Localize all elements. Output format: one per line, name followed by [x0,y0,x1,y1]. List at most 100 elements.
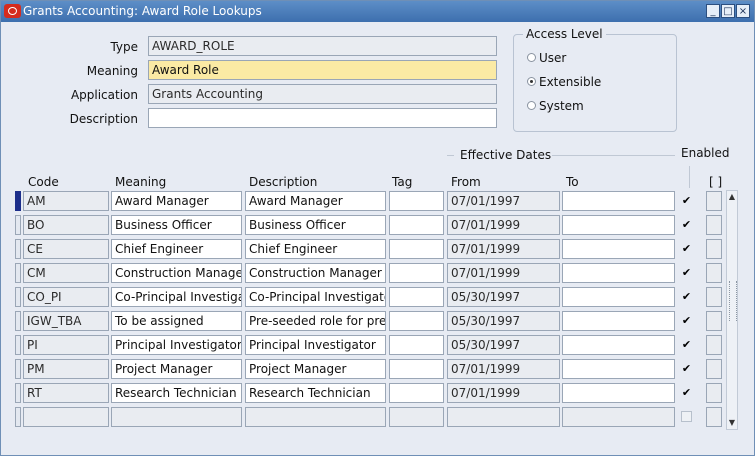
record-indicator[interactable] [15,263,21,283]
row-meaning-field[interactable]: Chief Engineer [111,239,242,259]
descriptive-flexfield[interactable] [706,263,722,283]
row-meaning-field[interactable]: Principal Investigator [111,335,242,355]
row-meaning-field[interactable]: Construction Manager [111,263,242,283]
row-from-field[interactable]: 07/01/1999 [447,215,560,235]
row-code-field[interactable]: BO [23,215,109,235]
scroll-grip[interactable] [729,281,737,321]
row-code-field[interactable]: CO_PI [23,287,109,307]
row-to-field[interactable] [562,215,675,235]
row-code-field[interactable]: PM [23,359,109,379]
row-meaning-field[interactable]: To be assigned [111,311,242,331]
record-indicator[interactable] [15,287,21,307]
row-to-field[interactable] [562,383,675,403]
scroll-up-icon[interactable]: ▲ [727,191,737,203]
row-description-field[interactable]: Chief Engineer [245,239,386,259]
record-indicator[interactable] [15,407,21,427]
row-to-field[interactable] [562,263,675,283]
row-tag-field[interactable] [389,335,444,355]
row-code-field[interactable]: PI [23,335,109,355]
row-description-field[interactable]: Business Officer [245,215,386,235]
descriptive-flexfield[interactable] [706,335,722,355]
descriptive-flexfield[interactable] [706,239,722,259]
row-code-field[interactable]: CE [23,239,109,259]
row-to-field[interactable] [562,191,675,211]
row-tag-field[interactable] [389,359,444,379]
minimize-icon[interactable]: _ [706,4,720,18]
descriptive-flexfield[interactable] [706,191,722,211]
record-indicator[interactable] [15,215,21,235]
row-description-field[interactable] [245,407,386,427]
row-description-field[interactable]: Construction Manager [245,263,386,283]
radio-icon[interactable] [527,101,536,110]
row-from-field[interactable]: 07/01/1999 [447,359,560,379]
row-from-field[interactable]: 07/01/1997 [447,191,560,211]
meaning-field[interactable]: Award Role [148,60,497,80]
descriptive-flexfield[interactable] [706,359,722,379]
application-field[interactable]: Grants Accounting [148,84,497,104]
enabled-checkbox[interactable]: ✔ [681,387,692,398]
row-meaning-field[interactable]: Research Technician [111,383,242,403]
record-indicator[interactable] [15,311,21,331]
descriptive-flexfield[interactable] [706,287,722,307]
row-from-field[interactable]: 07/01/1999 [447,263,560,283]
enabled-checkbox[interactable]: ✔ [681,315,692,326]
descriptive-flexfield[interactable] [706,407,722,427]
type-field[interactable]: AWARD_ROLE [148,36,497,56]
row-description-field[interactable]: Research Technician [245,383,386,403]
row-meaning-field[interactable]: Award Manager [111,191,242,211]
row-tag-field[interactable] [389,311,444,331]
row-code-field[interactable]: IGW_TBA [23,311,109,331]
radio-icon[interactable] [527,53,536,62]
vertical-scrollbar[interactable]: ▲ ▼ [726,190,738,430]
record-indicator[interactable] [15,383,21,403]
row-meaning-field[interactable]: Co-Principal Investigat [111,287,242,307]
row-tag-field[interactable] [389,287,444,307]
row-description-field[interactable]: Pre-seeded role for pre-a [245,311,386,331]
row-to-field[interactable] [562,335,675,355]
maximize-icon[interactable]: □ [721,4,735,18]
record-indicator[interactable] [15,335,21,355]
scroll-down-icon[interactable]: ▼ [727,417,737,429]
enabled-checkbox[interactable] [681,411,692,422]
record-indicator[interactable] [15,239,21,259]
row-description-field[interactable]: Co-Principal Investigator [245,287,386,307]
record-indicator[interactable] [15,359,21,379]
row-meaning-field[interactable]: Project Manager [111,359,242,379]
row-from-field[interactable]: 05/30/1997 [447,311,560,331]
radio-icon[interactable] [527,77,536,86]
row-meaning-field[interactable] [111,407,242,427]
row-to-field[interactable] [562,239,675,259]
row-code-field[interactable]: RT [23,383,109,403]
enabled-checkbox[interactable]: ✔ [681,267,692,278]
row-tag-field[interactable] [389,191,444,211]
row-from-field[interactable]: 07/01/1999 [447,239,560,259]
row-from-field[interactable]: 07/01/1999 [447,383,560,403]
descriptive-flexfield[interactable] [706,215,722,235]
access-level-radio-extensible[interactable]: Extensible [527,75,601,89]
enabled-checkbox[interactable]: ✔ [681,219,692,230]
row-tag-field[interactable] [389,263,444,283]
access-level-radio-system[interactable]: System [527,99,584,113]
enabled-checkbox[interactable]: ✔ [681,195,692,206]
row-tag-field[interactable] [389,383,444,403]
row-from-field[interactable]: 05/30/1997 [447,335,560,355]
descriptive-flexfield[interactable] [706,383,722,403]
enabled-checkbox[interactable]: ✔ [681,243,692,254]
row-tag-field[interactable] [389,215,444,235]
access-level-radio-user[interactable]: User [527,51,566,65]
row-from-field[interactable]: 05/30/1997 [447,287,560,307]
row-description-field[interactable]: Project Manager [245,359,386,379]
row-from-field[interactable] [447,407,560,427]
row-description-field[interactable]: Principal Investigator [245,335,386,355]
row-code-field[interactable]: AM [23,191,109,211]
row-code-field[interactable]: CM [23,263,109,283]
row-tag-field[interactable] [389,407,444,427]
record-indicator[interactable] [15,191,21,211]
row-to-field[interactable] [562,287,675,307]
row-to-field[interactable] [562,311,675,331]
enabled-checkbox[interactable]: ✔ [681,339,692,350]
enabled-checkbox[interactable]: ✔ [681,363,692,374]
row-to-field[interactable] [562,359,675,379]
enabled-checkbox[interactable]: ✔ [681,291,692,302]
row-code-field[interactable] [23,407,109,427]
